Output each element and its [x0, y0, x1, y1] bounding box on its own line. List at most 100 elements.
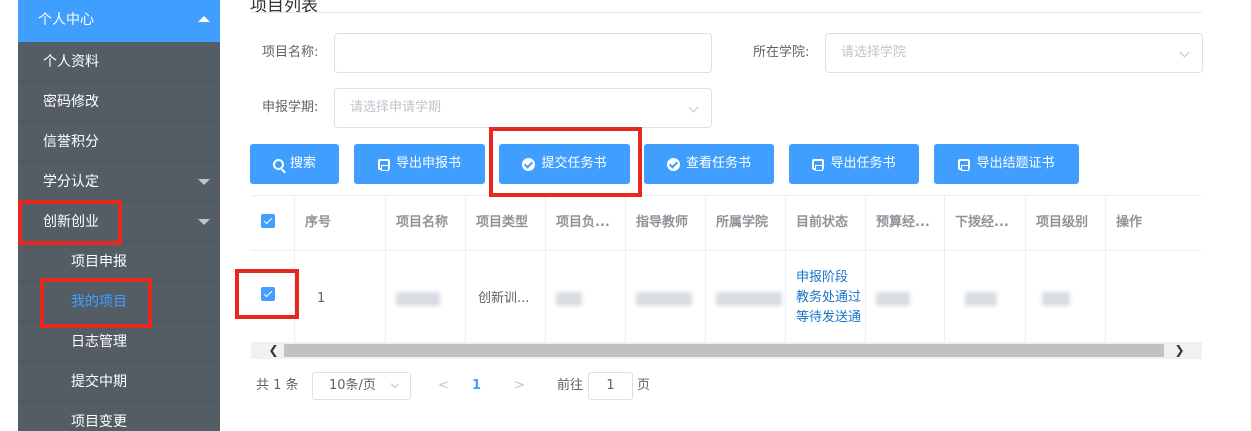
cell-index: 1 [295, 250, 386, 346]
submit-task-button[interactable]: 提交任务书 [499, 144, 630, 184]
cell-project-leader [546, 250, 626, 346]
current-page[interactable]: 1 [472, 372, 481, 400]
menu-label: 个人中心 [38, 12, 94, 28]
term-label: 申报学期: [262, 100, 319, 115]
export-certificate-label: 导出结题证书 [976, 156, 1055, 171]
header-actions: 操作 [1106, 196, 1202, 250]
scroll-left-icon[interactable]: ❮ [265, 342, 282, 359]
view-task-label: 查看任务书 [685, 156, 751, 171]
row-index: 1 [317, 291, 326, 306]
menu-log-management[interactable]: 日志管理 [18, 322, 220, 362]
header-budget: 预算经... [866, 196, 945, 250]
submit-task-label: 提交任务书 [541, 156, 607, 171]
caret-up-icon [198, 16, 210, 22]
project-name-input[interactable] [334, 33, 712, 73]
menu-personal-info[interactable]: 个人资料 [18, 42, 220, 82]
menu-personal-center[interactable]: 个人中心 [18, 0, 220, 42]
header-index: 序号 [295, 196, 386, 250]
project-name-label: 项目名称: [262, 45, 319, 60]
next-page-button[interactable]: > [514, 372, 525, 400]
cell-allocated [945, 250, 1026, 346]
college-placeholder: 请选择学院 [841, 45, 907, 60]
row-checkbox[interactable] [261, 287, 275, 301]
menu-my-projects[interactable]: 我的项目 [18, 282, 220, 322]
prev-page-button[interactable]: < [438, 372, 449, 400]
pagination-total: 共 1 条 [256, 378, 299, 393]
export-application-button[interactable]: 导出申报书 [354, 144, 485, 184]
row-project-type: 创新训... [478, 291, 530, 306]
menu-label: 学分认定 [43, 174, 99, 190]
view-task-button[interactable]: 查看任务书 [644, 144, 774, 184]
redacted-college [716, 291, 782, 306]
project-table: 序号 项目名称 项目类型 项目负... 指导教师 所属学院 目前状态 预算经..… [251, 195, 1202, 357]
redacted-leader [556, 291, 582, 306]
header-project-leader: 项目负... [546, 196, 626, 250]
chevron-down-icon [390, 379, 400, 389]
menu-label: 密码修改 [43, 94, 99, 110]
header-select-all[interactable] [251, 196, 295, 250]
export-application-label: 导出申报书 [395, 156, 461, 171]
table-horizontal-scrollbar[interactable]: ❮ ❯ [251, 342, 1202, 359]
term-select[interactable]: 请选择申请学期 [334, 88, 712, 128]
status-line: 教务处通过 [796, 290, 862, 305]
title-divider [250, 12, 1202, 13]
menu-project-apply[interactable]: 项目申报 [18, 242, 220, 282]
menu-innovation[interactable]: 创新创业 [18, 202, 220, 242]
cell-status: 申报阶段 教务处通过 等待发送通 [786, 250, 866, 346]
status-line: 申报阶段 [796, 270, 849, 285]
menu-label: 创新创业 [43, 214, 99, 230]
menu-label: 我的项目 [71, 294, 127, 310]
page-size-value: 10条/页 [329, 378, 376, 393]
redacted-budget [876, 291, 910, 306]
header-level: 项目级别 [1026, 196, 1106, 250]
scroll-right-icon[interactable]: ❯ [1171, 342, 1188, 359]
header-advisor: 指导教师 [626, 196, 706, 250]
menu-password-change[interactable]: 密码修改 [18, 82, 220, 122]
redacted-advisor [636, 291, 692, 306]
goto-suffix: 页 [637, 378, 651, 393]
caret-down-icon [198, 179, 210, 185]
check-circle-icon [666, 157, 680, 171]
search-button[interactable]: 搜索 [250, 144, 339, 184]
cell-level [1026, 250, 1106, 346]
chevron-down-icon [688, 102, 699, 113]
menu-label: 提交中期 [71, 374, 127, 390]
sidebar: 个人中心 个人资料 密码修改 信誉积分 学分认定 创新创业 项目申报 我的项目 … [18, 0, 220, 431]
page-size-select[interactable]: 10条/页 [312, 372, 411, 400]
export-task-label: 导出任务书 [830, 156, 896, 171]
menu-credit-points[interactable]: 信誉积分 [18, 122, 220, 162]
export-task-button[interactable]: 导出任务书 [789, 144, 919, 184]
header-allocated: 下拨经... [945, 196, 1026, 250]
cell-college [706, 250, 786, 346]
goto-page-input[interactable]: 1 [588, 372, 633, 400]
menu-label: 信誉积分 [43, 134, 99, 150]
status-line: 等待发送通 [796, 310, 862, 325]
header-status: 目前状态 [786, 196, 866, 250]
college-select[interactable]: 请选择学院 [825, 33, 1203, 73]
cell-budget [866, 250, 945, 346]
menu-label: 项目变更 [71, 414, 127, 430]
redacted-level [1042, 291, 1070, 306]
cell-actions [1106, 250, 1202, 346]
cell-project-name [386, 250, 466, 346]
redacted-allocated [965, 291, 997, 306]
term-placeholder: 请选择申请学期 [350, 100, 442, 115]
cell-project-type: 创新训... [466, 250, 546, 346]
menu-submit-midterm[interactable]: 提交中期 [18, 362, 220, 402]
printer-icon [812, 158, 825, 171]
caret-down-icon [198, 219, 210, 225]
row-select-cell[interactable] [251, 250, 295, 346]
select-all-checkbox[interactable] [261, 214, 275, 228]
cell-advisor [626, 250, 706, 346]
menu-label: 项目申报 [71, 254, 127, 270]
check-circle-icon [522, 157, 536, 171]
goto-prefix: 前往 [557, 378, 584, 393]
scroll-thumb[interactable] [284, 344, 1164, 357]
menu-credit-recognition[interactable]: 学分认定 [18, 162, 220, 202]
header-project-type: 项目类型 [466, 196, 546, 250]
export-certificate-button[interactable]: 导出结题证书 [934, 144, 1079, 184]
redacted-project-name [396, 291, 440, 306]
menu-project-change[interactable]: 项目变更 [18, 402, 220, 431]
menu-label: 个人资料 [43, 54, 99, 70]
header-project-name: 项目名称 [386, 196, 466, 250]
